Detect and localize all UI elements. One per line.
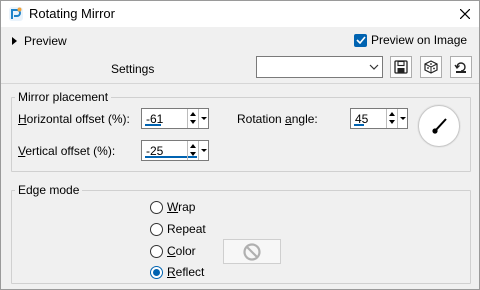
- dial-icon: [432, 118, 447, 134]
- horizontal-offset-label: Horizontal offset (%):: [18, 112, 130, 126]
- radio-unchecked-icon: [150, 222, 163, 236]
- rotation-angle-spinner[interactable]: [386, 109, 397, 128]
- rotation-angle-dropdown[interactable]: [397, 109, 407, 128]
- edge-mode-color-radio[interactable]: Color: [150, 244, 196, 258]
- color-label-text: olor: [175, 244, 196, 258]
- horizontal-offset-label-text: orizontal offset (%):: [26, 112, 130, 126]
- horizontal-offset-input[interactable]: -61: [141, 108, 209, 129]
- rotation-angle-label: Rotation angle:: [237, 112, 318, 126]
- expand-triangle-icon: [12, 37, 17, 45]
- vertical-offset-label-text: ertical offset (%):: [25, 144, 116, 158]
- preview-toggle[interactable]: Preview: [12, 34, 67, 48]
- horizontal-offset-dropdown[interactable]: [198, 109, 208, 128]
- reset-button[interactable]: [450, 56, 472, 78]
- color-mnemonic: C: [167, 244, 176, 258]
- preview-on-image-label: Preview on Image: [371, 33, 468, 47]
- dropdown-arrow-icon: [200, 149, 207, 152]
- rotation-angle-level-bar: [354, 124, 364, 126]
- rotation-angle-input[interactable]: 45: [350, 108, 408, 129]
- window-title: Rotating Mirror: [29, 6, 115, 21]
- wrap-label-text: rap: [178, 200, 196, 214]
- app-icon: [9, 7, 23, 21]
- edge-mode-group: [11, 190, 471, 284]
- separator: [1, 83, 479, 84]
- preview-on-image-checkbox[interactable]: Preview on Image: [354, 33, 467, 47]
- randomize-icon: [424, 60, 438, 74]
- rotation-angle-label-mnemonic: a: [285, 112, 292, 126]
- edge-color-swatch[interactable]: [223, 239, 281, 264]
- no-color-icon: [243, 242, 261, 261]
- edge-mode-repeat-radio[interactable]: Repeat: [150, 222, 206, 236]
- edge-mode-repeat-label: Repeat: [167, 222, 206, 236]
- preview-label: Preview: [24, 34, 67, 48]
- edge-mode-reflect-radio[interactable]: Reflect: [150, 265, 204, 279]
- edge-mode-wrap-radio[interactable]: Wrap: [150, 200, 195, 214]
- dropdown-arrow-icon: [200, 117, 207, 120]
- edge-mode-wrap-label: Wrap: [167, 200, 195, 214]
- vertical-offset-input[interactable]: -25: [141, 140, 209, 161]
- reset-icon: [454, 62, 466, 73]
- rotation-dial[interactable]: [418, 105, 460, 147]
- mirror-placement-title: Mirror placement: [15, 90, 112, 104]
- randomize-button[interactable]: [420, 56, 442, 78]
- vertical-offset-label: Vertical offset (%):: [18, 144, 115, 158]
- radio-unchecked-icon: [150, 200, 163, 214]
- settings-dropdown[interactable]: [256, 56, 383, 78]
- horizontal-offset-level-bar: [145, 124, 161, 126]
- vertical-offset-spinner[interactable]: [187, 141, 198, 160]
- horizontal-offset-label-mnemonic: H: [18, 112, 27, 126]
- reflect-mnemonic: R: [167, 265, 176, 279]
- wrap-mnemonic: W: [167, 200, 179, 214]
- checkbox-checked-icon: [354, 33, 367, 47]
- settings-label: Settings: [111, 62, 155, 76]
- rotation-angle-label-start: Rotation: [237, 112, 286, 126]
- chevron-down-icon: [365, 57, 382, 77]
- vertical-offset-dropdown[interactable]: [198, 141, 208, 160]
- save-icon: [394, 60, 408, 74]
- radio-unchecked-icon: [150, 244, 163, 258]
- edge-mode-reflect-label: Reflect: [167, 265, 204, 279]
- edge-mode-title: Edge mode: [15, 183, 83, 197]
- close-button[interactable]: [453, 3, 477, 25]
- edge-mode-color-label: Color: [167, 244, 196, 258]
- radio-checked-icon: [150, 265, 163, 279]
- dropdown-arrow-icon: [399, 117, 406, 120]
- close-icon: [460, 9, 470, 19]
- horizontal-offset-spinner[interactable]: [187, 109, 198, 128]
- save-preset-button[interactable]: [390, 56, 412, 78]
- title-bar: Rotating Mirror: [1, 1, 479, 27]
- reflect-label-text: eflect: [175, 265, 205, 279]
- rotation-angle-label-end: ngle:: [291, 112, 318, 126]
- dialog-window: Rotating Mirror Preview Preview on Image…: [0, 0, 480, 290]
